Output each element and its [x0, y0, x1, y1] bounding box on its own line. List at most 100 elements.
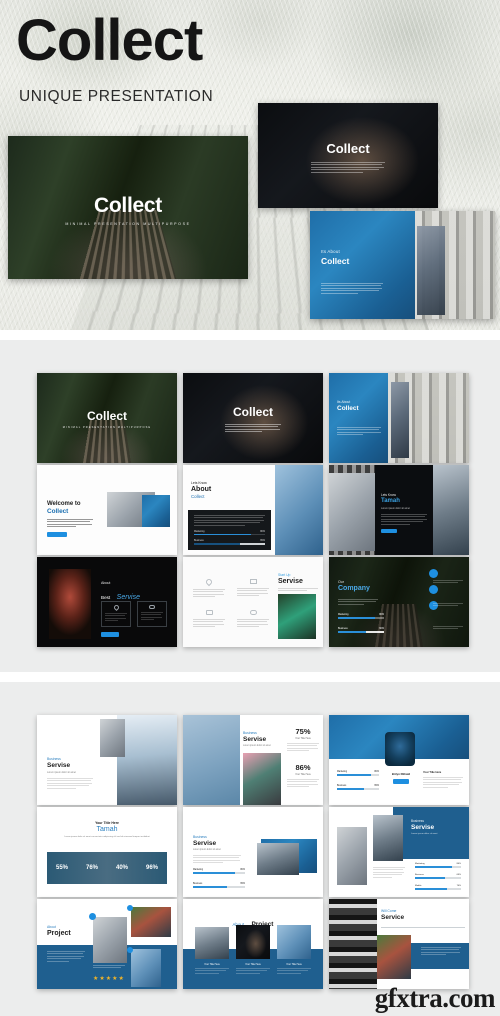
progress-bar [337, 788, 379, 790]
slide-kicker: Welcome to [47, 501, 81, 507]
progress-bar [194, 533, 265, 536]
hero-slide-about-kicker: Its About [321, 249, 340, 254]
read-more-button[interactable] [381, 528, 397, 534]
slide-kicker: Start Up [278, 573, 291, 577]
badge-body [433, 580, 463, 585]
list-item[interactable]: About Best Servise [37, 557, 177, 647]
list-item[interactable]: Business Servise Lorem ipsum dolor sit a… [183, 715, 323, 805]
list-item[interactable]: Will Come Service [329, 899, 469, 989]
slide-title: Servise [278, 578, 303, 585]
list-item[interactable]: Welcome to Collect [37, 465, 177, 555]
list-item[interactable]: Its About Collect [329, 373, 469, 463]
progress-row: Marketing 80% [338, 613, 384, 619]
read-more-button[interactable] [101, 632, 119, 637]
woman-photo [337, 827, 367, 885]
feature-item[interactable] [193, 610, 225, 629]
progress-row: Marketing 80% [194, 530, 265, 536]
hero-slide-main[interactable]: Collect MINIMAL PRESENTATION MULTIPURPOS… [8, 136, 248, 279]
bar-label: Mobile [415, 885, 422, 887]
slide-title: Servise [47, 762, 71, 769]
woman-photo-left [329, 473, 375, 551]
feature-item[interactable] [237, 579, 269, 598]
slide-kicker: Business [411, 819, 424, 823]
slide-title-light: Best [101, 595, 111, 600]
slide-subtitle: Lorem ipsum dolor sit amet [243, 745, 271, 747]
progress-row: Marketing 80% [337, 771, 379, 776]
bar-value: 80% [240, 869, 245, 871]
list-item[interactable]: Lets Know Tamah Lorem ipsum dolor sit am… [329, 465, 469, 555]
list-item[interactable]: Brilyn Rithald Your Title Here Marketing… [329, 715, 469, 805]
progress-bar [193, 886, 245, 888]
list-item[interactable]: Lets Know About Collect Marketing 80% Bu… [183, 465, 323, 555]
list-item[interactable]: Business Servise Lorem ipsum dolor sit a… [37, 715, 177, 805]
feature-item[interactable] [193, 577, 225, 599]
badge-body [433, 603, 463, 608]
slide-body [373, 867, 405, 879]
person-photo [278, 594, 316, 639]
slide-title: Servise [193, 840, 217, 847]
list-item[interactable]: Collect [183, 373, 323, 463]
percent-value: 76% [85, 865, 98, 871]
list-item[interactable]: About Project Your Title Here Your Title… [183, 899, 323, 989]
slide-body [338, 599, 378, 606]
heart-icon [112, 603, 120, 612]
progress-bar [193, 872, 245, 874]
hero-slide-about[interactable]: Its About Collect [310, 211, 495, 319]
project-card[interactable]: Your Title Here [195, 963, 229, 975]
list-item[interactable]: Business Servise Lorem ipsum dolor sit a… [329, 807, 469, 897]
project-card[interactable]: Your Title Here [236, 963, 270, 975]
watermark: gfxtra.com [374, 983, 496, 1013]
slide-kicker: Business [47, 757, 61, 761]
feature-item[interactable] [237, 610, 269, 629]
bar-value: 65% [240, 883, 245, 885]
slide-subtitle: Lorem ipsum dolor sit amet [381, 507, 410, 510]
divider [381, 927, 465, 928]
read-more-button[interactable] [393, 779, 409, 784]
list-item[interactable]: About Project ★★★★★ [37, 899, 177, 989]
card-body [195, 968, 229, 974]
badge-item[interactable] [429, 569, 463, 578]
badge-icon [89, 913, 96, 920]
list-item[interactable]: Your Title Here Tamah Lorem ipsum dolor … [37, 807, 177, 897]
list-item[interactable]: Our Company Marketing 80% Business 60% [329, 557, 469, 647]
slide-title: Servise [243, 736, 267, 743]
feature-card[interactable] [101, 601, 131, 627]
progress-row: Business 65% [193, 883, 245, 888]
slide-subtitle: Lorem ipsum dolor sit amet [411, 833, 438, 835]
hero-slide-about-title: Collect [321, 256, 350, 266]
bar-label: Marketing [193, 869, 204, 871]
list-item[interactable]: Business Servise Lorem ipsum dolor sit a… [183, 807, 323, 897]
stat-label: Your Title Here [295, 773, 311, 776]
dark-panel: Lets Know Tamah Lorem ipsum dolor sit am… [375, 465, 433, 555]
progress-row: Mobile 70% [415, 885, 461, 890]
hero-slide-dark[interactable]: Collect [258, 103, 438, 208]
slide-kicker: Will Come [381, 909, 397, 913]
feature-card[interactable] [137, 601, 167, 627]
bar-value: 65% [456, 874, 461, 876]
waterfall-photo [117, 715, 177, 805]
bar-label: Business [194, 539, 204, 543]
slide-kicker: Lets Know [191, 481, 207, 485]
list-item[interactable]: Collect MINIMAL PRESENTATION MULTIPURPOS… [37, 373, 177, 463]
star-rating: ★★★★★ [93, 976, 125, 982]
badge-item[interactable] [429, 585, 463, 594]
stat-body [287, 743, 319, 752]
percent-value: 40% [115, 865, 128, 871]
slide-title: Collect [232, 405, 273, 419]
slide-kicker: Our [338, 580, 344, 584]
bar-value: 80% [260, 529, 265, 533]
slide-grid-one: Collect MINIMAL PRESENTATION MULTIPURPOS… [0, 340, 500, 680]
project-photo [195, 927, 229, 959]
list-item[interactable]: Start Up Servise [183, 557, 323, 647]
read-more-button[interactable] [47, 532, 67, 538]
hero-slide-dark-body [311, 162, 385, 173]
project-card[interactable]: Your Title Here [277, 963, 311, 975]
slide-title: Tamah [96, 826, 118, 833]
progress-row: Marketing 80% [415, 863, 461, 868]
portrait-photo [49, 569, 91, 639]
slide-body [337, 427, 381, 437]
person-photo [93, 917, 127, 963]
card-label: Your Title Here [245, 963, 261, 966]
heart-icon [204, 577, 214, 587]
bar-value: 60% [379, 627, 384, 630]
